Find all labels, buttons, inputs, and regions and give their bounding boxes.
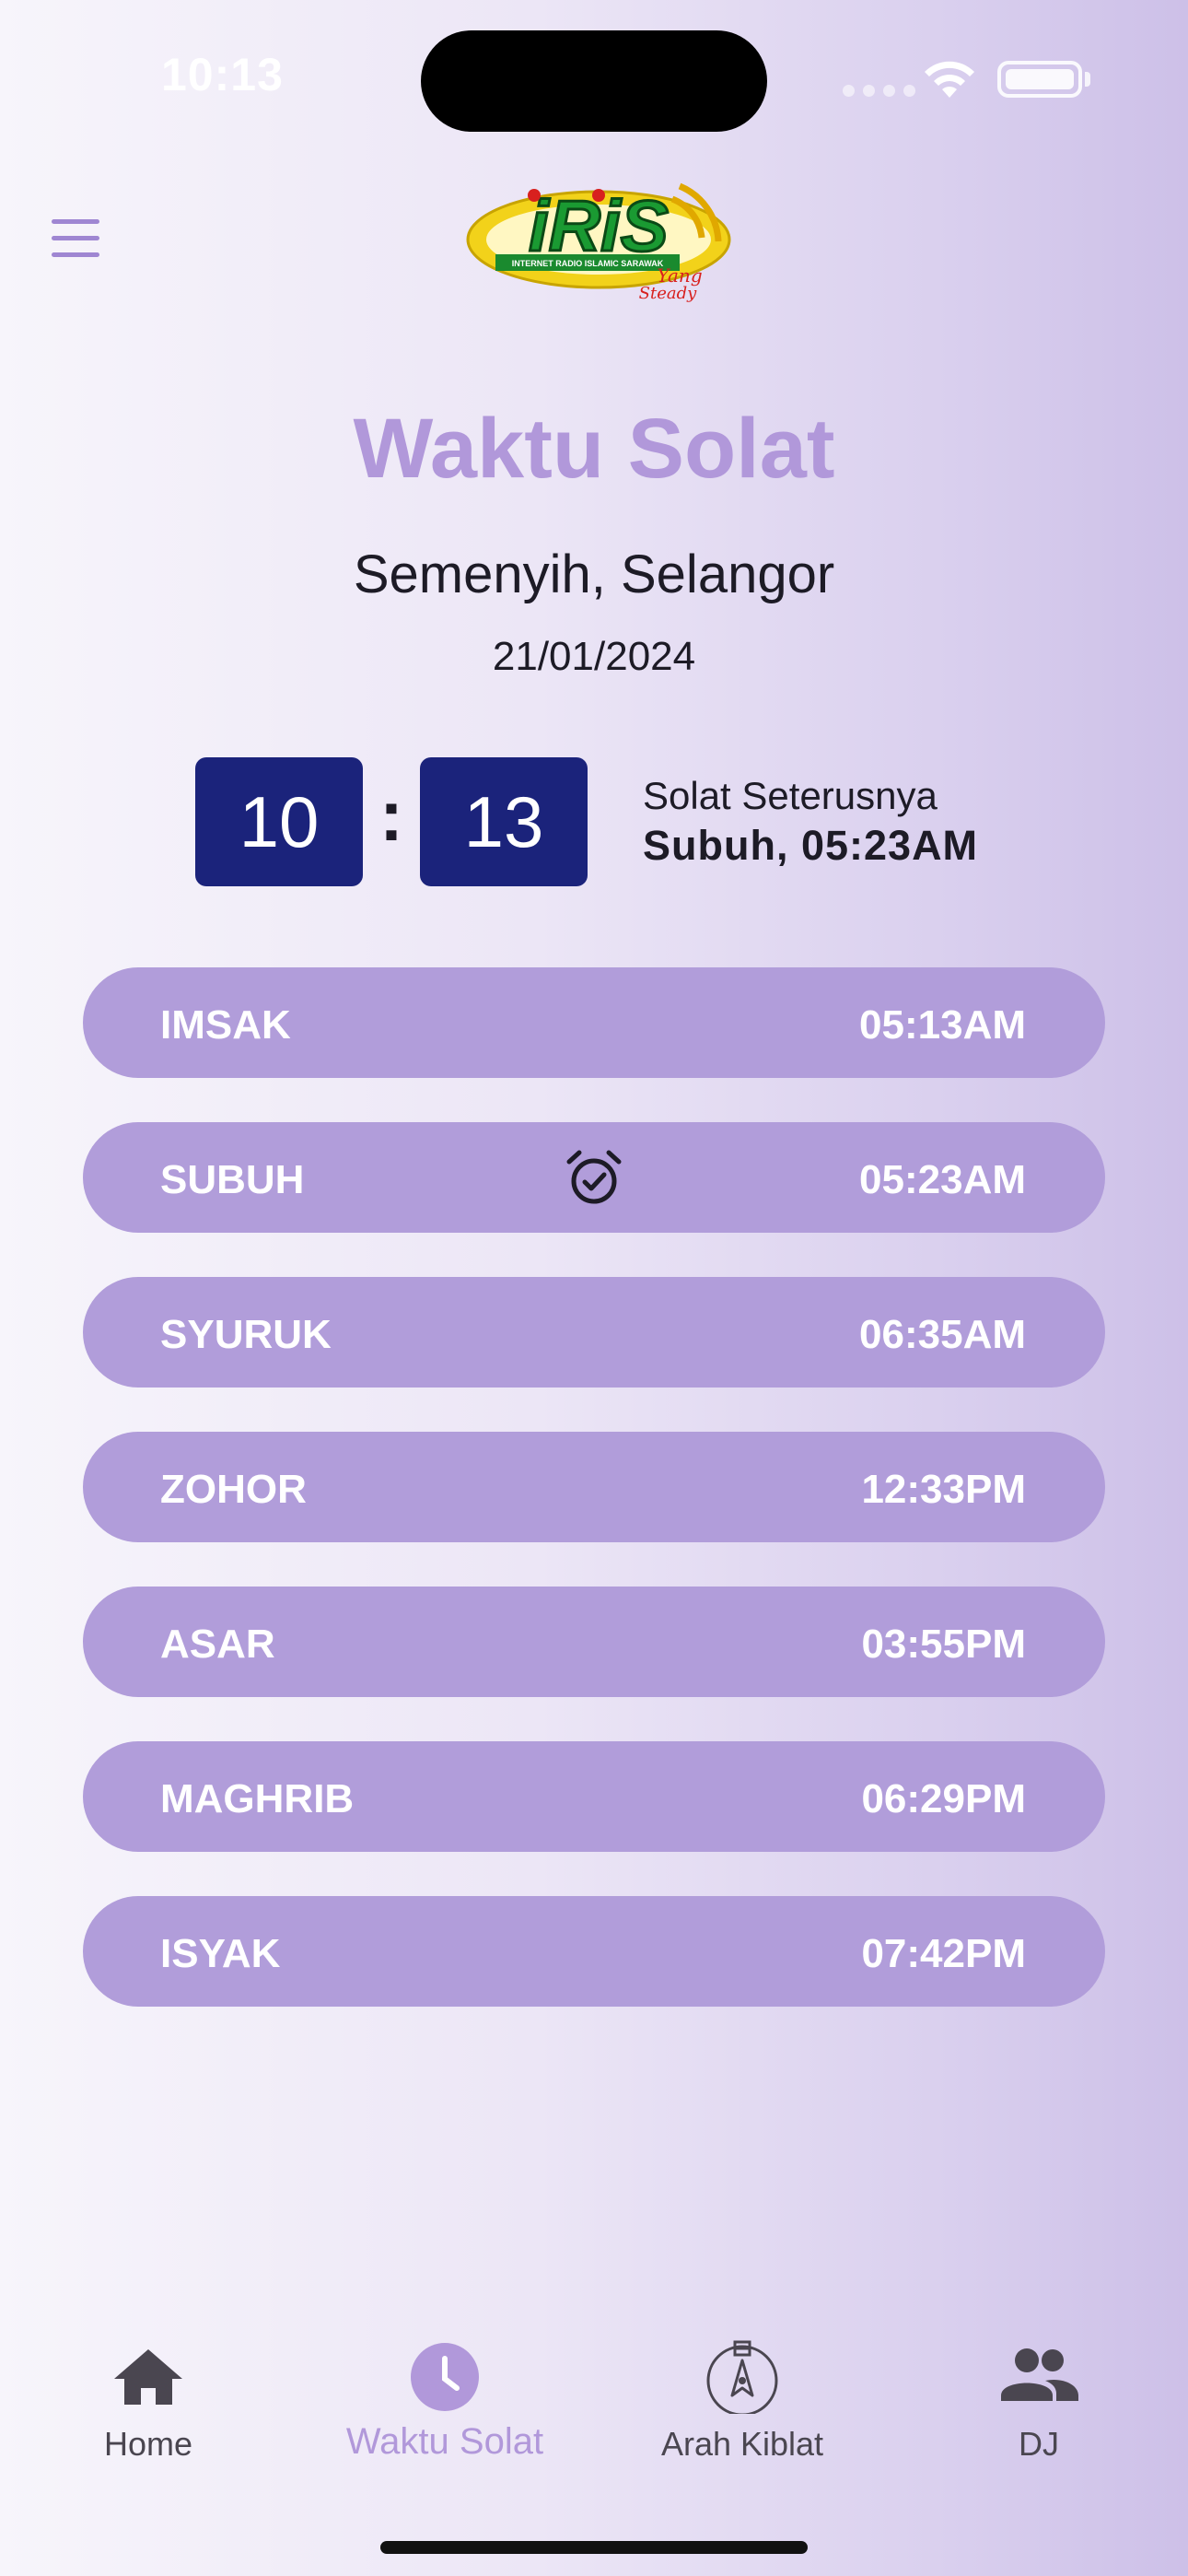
prayer-row-subuh[interactable]: SUBUH 05:23AM [83, 1122, 1105, 1233]
clock-minutes: 13 [420, 757, 588, 886]
nav-label: Arah Kiblat [660, 2425, 824, 2463]
home-icon [114, 2349, 182, 2405]
prayer-name: MAGHRIB [160, 1776, 355, 1821]
dynamic-island [421, 30, 767, 132]
clock-separator: : [379, 775, 403, 856]
prayer-name: ISYAK [160, 1931, 281, 1976]
prayer-name: ZOHOR [160, 1467, 307, 1512]
prayer-time: 03:55PM [861, 1622, 1026, 1667]
wifi-icon [925, 61, 974, 98]
prayer-row-maghrib[interactable]: MAGHRIB 06:29PM [83, 1741, 1105, 1852]
date-label: 21/01/2024 [492, 634, 696, 679]
prayer-time: 06:35AM [859, 1312, 1026, 1357]
next-prayer-value: Subuh, 05:23AM [643, 822, 979, 869]
prayer-name: IMSAK [160, 1002, 291, 1048]
page-title: Waktu Solat [353, 402, 835, 496]
prayer-row-isyak[interactable]: ISYAK 07:42PM [83, 1896, 1105, 2007]
prayer-row-syuruk[interactable]: SYURUK 06:35AM [83, 1277, 1105, 1388]
prayer-name: SUBUH [160, 1157, 305, 1202]
nav-item-waktu-solat[interactable]: Waktu Solat [297, 2322, 593, 2478]
compass-icon [706, 2340, 778, 2414]
iris-logo: INTERNET RADIO ISLAMIC SARAWAK iRiS Yang… [466, 182, 731, 303]
alarm-check-icon[interactable] [564, 1147, 624, 1208]
menu-button[interactable] [48, 217, 103, 260]
nav-label: DJ [1019, 2425, 1059, 2463]
nav-item-home[interactable]: Home [0, 2322, 297, 2478]
next-prayer-label: Solat Seterusnya [643, 774, 938, 817]
prayer-time: 05:23AM [859, 1157, 1026, 1202]
status-bar-time: 10:13 [161, 49, 284, 100]
prayer-row-zohor[interactable]: ZOHOR 12:33PM [83, 1432, 1105, 1542]
clock-icon [411, 2343, 479, 2411]
prayer-name: SYURUK [160, 1312, 332, 1357]
prayer-name: ASAR [160, 1622, 275, 1667]
cellular-signal-icon [843, 85, 915, 97]
clock-hours: 10 [195, 757, 363, 886]
nav-label: Home [103, 2425, 193, 2463]
prayer-time: 12:33PM [861, 1467, 1026, 1512]
battery-tip [1085, 72, 1090, 87]
nav-item-arah-kiblat[interactable]: Arah Kiblat [594, 2322, 891, 2478]
battery-icon [997, 61, 1082, 98]
nav-item-dj[interactable]: DJ [891, 2322, 1187, 2478]
nav-label: Waktu Solat [345, 2421, 544, 2462]
prayer-time: 05:13AM [859, 1002, 1026, 1048]
svg-text:Steady: Steady [639, 284, 697, 303]
bottom-nav: Home Waktu Solat Arah Kiblat DJ [0, 2322, 1188, 2478]
prayer-time: 07:42PM [861, 1931, 1026, 1976]
people-icon [1001, 2348, 1078, 2401]
location-label: Semenyih, Selangor [353, 544, 835, 604]
prayer-row-asar[interactable]: ASAR 03:55PM [83, 1587, 1105, 1697]
prayer-time: 06:29PM [861, 1776, 1026, 1821]
home-indicator[interactable] [380, 2541, 808, 2554]
prayer-row-imsak[interactable]: IMSAK 05:13AM [83, 967, 1105, 1078]
